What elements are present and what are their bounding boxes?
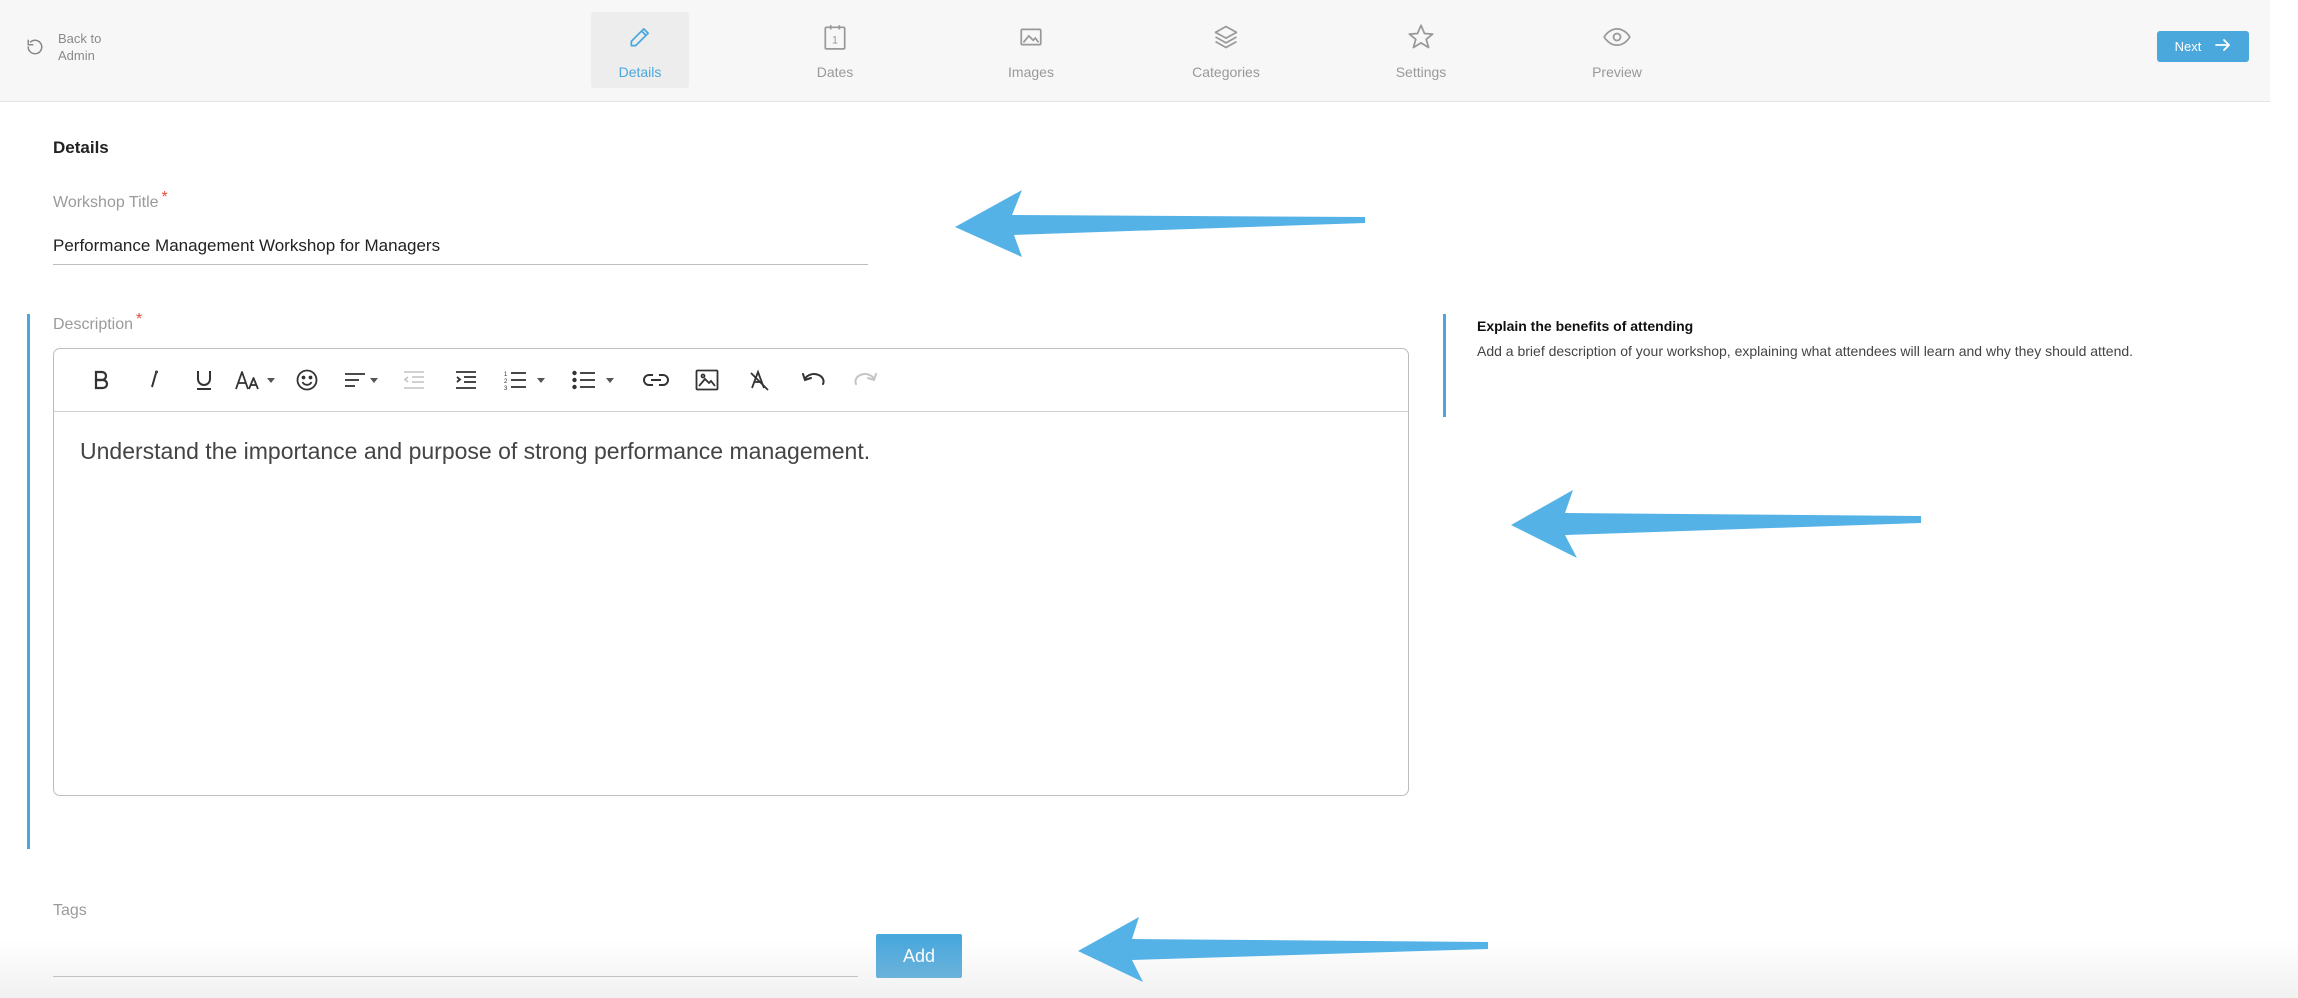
image-icon — [1018, 22, 1044, 52]
italic-icon — [151, 370, 158, 388]
annotation-arrow-tags — [1078, 917, 1488, 982]
step-dates-label: Dates — [816, 64, 854, 80]
undo-icon — [802, 373, 825, 385]
description-label: Description * — [53, 311, 142, 334]
clear-format-button[interactable] — [742, 363, 776, 397]
next-button[interactable]: Next — [2157, 31, 2249, 62]
star-icon — [1407, 22, 1435, 52]
step-settings[interactable]: Settings — [1372, 12, 1470, 88]
layers-icon — [1212, 22, 1240, 52]
link-icon — [643, 374, 669, 386]
chevron-down-icon — [267, 377, 275, 383]
back-arrow-icon — [26, 30, 44, 61]
description-label-text: Description — [53, 316, 134, 333]
step-details-label: Details — [618, 64, 662, 80]
svg-text:1: 1 — [504, 372, 508, 378]
undo-button[interactable] — [796, 363, 830, 397]
align-left-icon — [345, 373, 365, 387]
bold-icon — [94, 370, 109, 390]
bullet-list-dropdown[interactable] — [571, 363, 615, 397]
svg-text:2: 2 — [504, 379, 508, 385]
ordered-list-dropdown[interactable]: 123 — [502, 363, 546, 397]
step-images[interactable]: Images — [982, 12, 1080, 88]
annotation-arrow-description — [1511, 490, 1921, 558]
workshop-title-label: Workshop Title * — [53, 189, 168, 212]
chevron-down-icon — [537, 377, 545, 383]
chevron-down-icon — [606, 377, 614, 383]
add-tag-button[interactable]: Add — [876, 934, 962, 978]
workshop-title-label-text: Workshop Title — [53, 194, 159, 211]
font-size-dropdown[interactable] — [233, 363, 277, 397]
step-settings-label: Settings — [1395, 64, 1447, 80]
clear-format-icon — [750, 369, 769, 391]
italic-button[interactable] — [137, 363, 171, 397]
font-size-icon — [235, 371, 259, 390]
indent-icon — [456, 371, 476, 389]
insert-image-icon — [695, 369, 719, 391]
back-to-admin-label: Back to Admin — [58, 31, 102, 63]
indent-button[interactable] — [449, 363, 483, 397]
hint-title: Explain the benefits of attending — [1477, 318, 1694, 334]
step-preview-label: Preview — [1592, 64, 1642, 80]
wizard-header: Back to Admin Details 1 Dates Images Cat… — [0, 0, 2270, 102]
step-details[interactable]: Details — [591, 12, 689, 88]
emoji-icon — [296, 369, 318, 391]
hint-text: Add a brief description of your workshop… — [1477, 343, 2134, 359]
tags-label: Tags — [53, 902, 87, 919]
required-marker: * — [136, 311, 143, 328]
annotation-arrow-title — [955, 190, 1365, 257]
arrow-right-icon — [2215, 38, 2231, 55]
calendar-icon: 1 — [822, 22, 848, 52]
chevron-down-icon — [370, 377, 378, 383]
underline-icon — [197, 371, 211, 390]
back-to-admin-link[interactable]: Back to Admin — [26, 30, 128, 64]
description-textarea[interactable]: Understand the importance and purpose of… — [54, 412, 1408, 491]
step-categories[interactable]: Categories — [1177, 12, 1275, 88]
outdent-button[interactable] — [397, 363, 431, 397]
pencil-icon — [627, 22, 653, 52]
bullet-list-icon — [572, 370, 595, 390]
editor-toolbar: 123 — [54, 349, 1408, 412]
emoji-button[interactable] — [290, 363, 324, 397]
image-button[interactable] — [690, 363, 724, 397]
svg-text:3: 3 — [504, 386, 508, 390]
step-preview[interactable]: Preview — [1568, 12, 1666, 88]
next-button-label: Next — [2174, 39, 2202, 54]
workshop-title-input[interactable] — [53, 225, 868, 265]
step-dates[interactable]: 1 Dates — [786, 12, 884, 88]
underline-button[interactable] — [187, 363, 221, 397]
outdent-icon — [403, 371, 424, 389]
tags-input[interactable] — [53, 935, 858, 977]
description-focus-bar — [27, 314, 30, 849]
description-editor: 123 Understand the importance and purpos… — [53, 348, 1409, 796]
bold-button[interactable] — [84, 363, 118, 397]
step-images-label: Images — [1008, 64, 1054, 80]
section-title: Details — [53, 138, 109, 157]
align-dropdown[interactable] — [339, 363, 383, 397]
step-categories-label: Categories — [1192, 64, 1260, 80]
eye-icon — [1603, 22, 1631, 52]
redo-button[interactable] — [849, 363, 883, 397]
hint-accent-bar — [1443, 314, 1446, 417]
redo-icon — [854, 373, 877, 385]
svg-text:1: 1 — [832, 34, 838, 46]
link-button[interactable] — [638, 363, 674, 397]
ordered-list-icon: 123 — [504, 372, 526, 390]
required-marker: * — [161, 189, 168, 206]
